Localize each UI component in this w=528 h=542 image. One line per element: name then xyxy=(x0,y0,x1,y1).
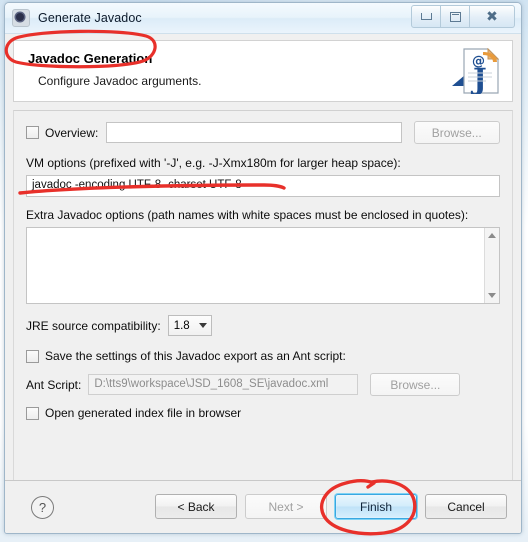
ant-script-browse-button[interactable]: Browse... xyxy=(370,373,461,396)
extra-options-textarea[interactable] xyxy=(26,227,500,304)
minimize-icon xyxy=(420,13,432,20)
next-button[interactable]: Next > xyxy=(245,494,327,519)
ant-script-input[interactable]: D:\tts9\workspace\JSD_1608_SE\javadoc.xm… xyxy=(88,374,359,395)
jre-compatibility-label: JRE source compatibility: xyxy=(26,318,161,333)
overview-input[interactable] xyxy=(106,122,402,143)
dialog-body: Overview: Browse... VM options (prefixed… xyxy=(13,110,513,482)
cancel-button[interactable]: Cancel xyxy=(425,494,507,519)
svg-text:J: J xyxy=(470,62,487,94)
footer-button-row: < Back Next > Finish Cancel xyxy=(155,494,507,519)
vm-options-label: VM options (prefixed with '-J', e.g. -J-… xyxy=(26,156,401,170)
vm-options-input[interactable]: javadoc -encoding UTF-8 -charset UTF-8 xyxy=(26,175,500,197)
generate-javadoc-dialog: Generate Javadoc ✖ Javadoc Generation Co… xyxy=(4,2,522,534)
ant-script-row: Ant Script: D:\tts9\workspace\JSD_1608_S… xyxy=(26,373,500,396)
dialog-footer: ? < Back Next > Finish Cancel xyxy=(5,480,521,533)
close-icon: ✖ xyxy=(486,8,498,25)
scroll-down-icon[interactable] xyxy=(488,293,496,298)
maximize-button[interactable] xyxy=(441,5,470,28)
save-ant-script-label: Save the settings of this Javadoc export… xyxy=(45,349,346,363)
maximize-icon xyxy=(449,11,461,22)
ant-script-label: Ant Script: xyxy=(26,377,82,392)
scroll-up-icon[interactable] xyxy=(488,233,496,238)
extra-options-scrollbar[interactable] xyxy=(484,228,499,303)
jre-compatibility-value: 1.8 xyxy=(173,319,190,332)
overview-label: Overview: xyxy=(45,125,99,140)
open-index-label: Open generated index file in browser xyxy=(45,406,242,420)
chevron-down-icon xyxy=(198,323,207,328)
overview-checkbox[interactable] xyxy=(26,126,39,139)
dialog-header-panel: Javadoc Generation Configure Javadoc arg… xyxy=(13,40,513,102)
window-controls: ✖ xyxy=(411,5,515,28)
javadoc-document-icon: @ J xyxy=(463,48,500,94)
jre-compatibility-select[interactable]: 1.8 xyxy=(167,315,212,336)
page-subtitle: Configure Javadoc arguments. xyxy=(38,74,202,88)
page-title: Javadoc Generation xyxy=(28,51,153,66)
minimize-button[interactable] xyxy=(411,5,441,28)
finish-button[interactable]: Finish xyxy=(335,494,417,519)
jre-compatibility-row: JRE source compatibility: 1.8 xyxy=(26,315,500,336)
javadoc-gear-icon xyxy=(12,9,30,27)
save-ant-script-checkbox[interactable] xyxy=(26,349,39,363)
back-button[interactable]: < Back xyxy=(155,494,237,519)
overview-row: Overview: Browse... xyxy=(26,121,500,144)
overview-browse-button[interactable]: Browse... xyxy=(413,121,500,144)
window-title: Generate Javadoc xyxy=(38,11,142,25)
save-ant-script-row: Save the settings of this Javadoc export… xyxy=(26,349,500,363)
extra-options-label: Extra Javadoc options (path names with w… xyxy=(26,208,469,222)
open-index-row: Open generated index file in browser xyxy=(26,406,500,420)
close-button[interactable]: ✖ xyxy=(470,5,515,28)
title-bar[interactable]: Generate Javadoc ✖ xyxy=(5,3,521,34)
open-index-checkbox[interactable] xyxy=(26,406,39,420)
help-icon[interactable]: ? xyxy=(31,496,54,519)
